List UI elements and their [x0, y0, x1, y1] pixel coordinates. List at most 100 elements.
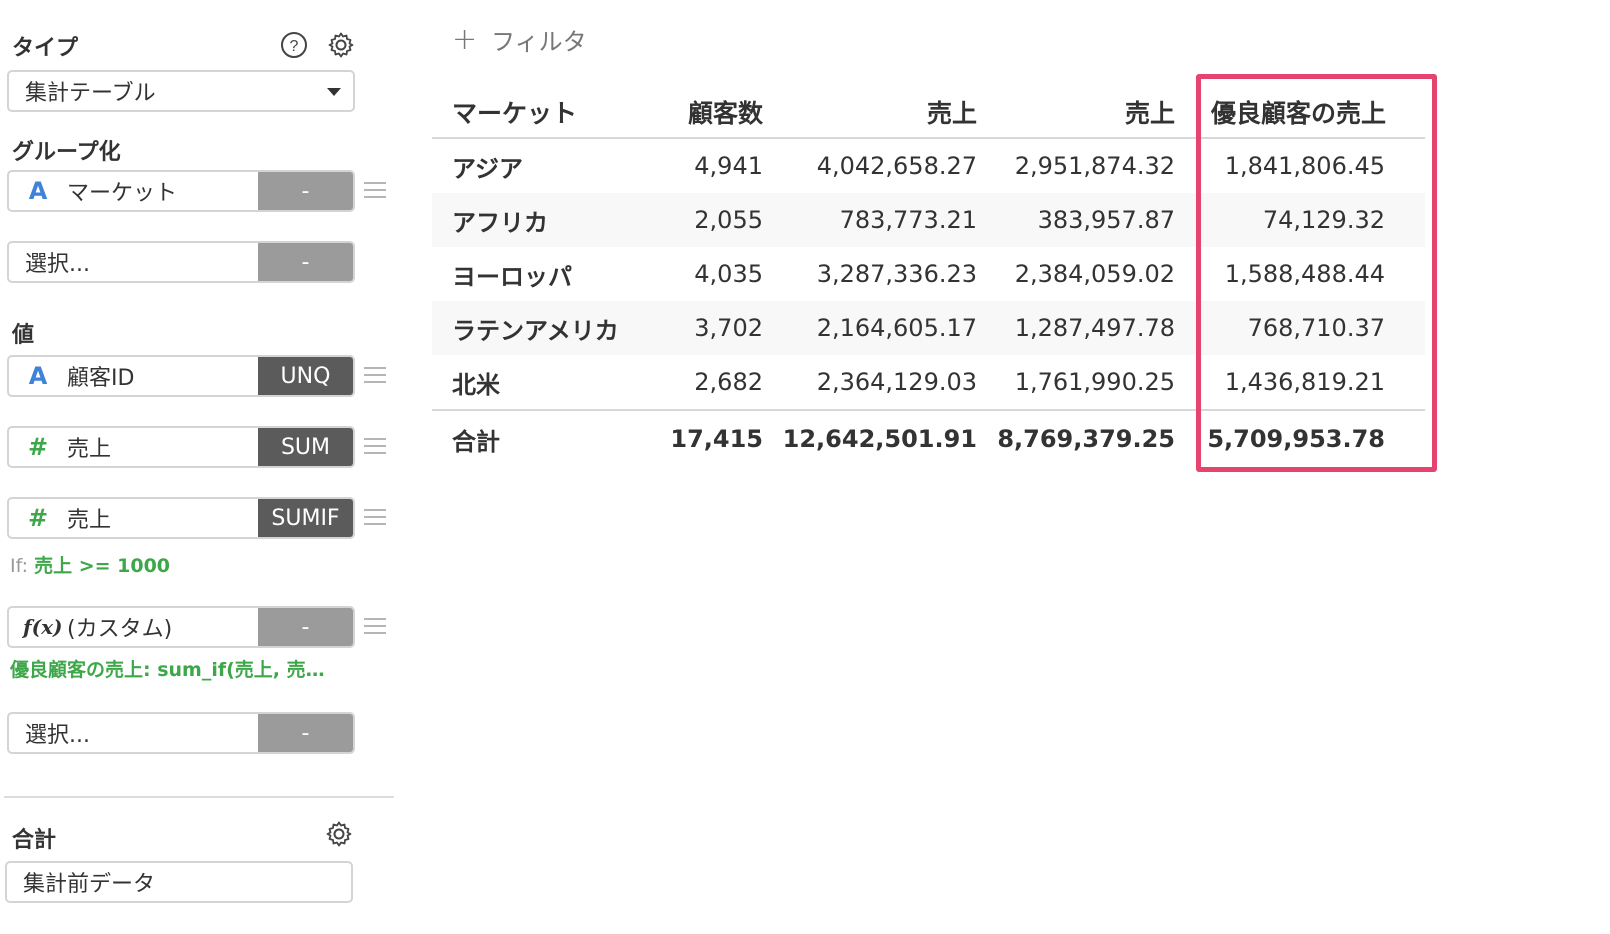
total-settings-gear-icon[interactable]: [324, 819, 354, 849]
table-cell: 2,055: [694, 206, 763, 234]
value-field-agg-button[interactable]: SUM: [258, 428, 353, 466]
value-add-agg-button[interactable]: -: [258, 714, 353, 752]
value-field-sales-sum-name[interactable]: # 売上: [9, 428, 258, 466]
value-field-agg-button[interactable]: SUMIF: [258, 499, 353, 537]
function-type-icon: f(x): [23, 615, 63, 639]
drag-handle-icon[interactable]: [364, 367, 386, 385]
value-add-select[interactable]: 選択... -: [7, 712, 355, 754]
column-header[interactable]: マーケット: [432, 94, 658, 130]
total-cell: 12,642,501.91: [782, 425, 977, 453]
table-cell: 1,436,819.21: [1224, 368, 1385, 396]
value-section-title: 値: [12, 323, 35, 348]
group-field-market[interactable]: A マーケット -: [7, 170, 355, 212]
drag-handle-icon[interactable]: [364, 182, 386, 200]
row-label: ラテンアメリカ: [452, 316, 619, 345]
number-type-icon: #: [27, 433, 49, 461]
total-basis-select[interactable]: 集計前データ: [5, 861, 353, 903]
value-field-label: 顧客ID: [67, 366, 135, 391]
group-section-title: グループ化: [12, 140, 121, 165]
type-settings-gear-icon[interactable]: [326, 30, 356, 60]
column-header[interactable]: 売上: [763, 94, 977, 130]
add-filter-button[interactable]: + フィルタ: [452, 22, 587, 57]
value-field-label: 売上: [67, 508, 112, 533]
group-add-placeholder[interactable]: 選択...: [9, 243, 258, 281]
text-type-icon: A: [28, 177, 48, 205]
value-field-sales-sumif-name[interactable]: # 売上: [9, 499, 258, 537]
value-field-sales-sumif[interactable]: # 売上 SUMIF: [7, 497, 355, 539]
type-select[interactable]: 集計テーブル: [7, 70, 355, 112]
group-add-agg-button[interactable]: -: [258, 243, 353, 281]
table-cell: 4,035: [694, 260, 763, 288]
table-cell: 1,287,497.78: [1014, 314, 1175, 342]
plus-icon: +: [452, 22, 478, 57]
table-cell: 1,588,488.44: [1224, 260, 1385, 288]
drag-handle-icon[interactable]: [364, 438, 386, 456]
value-field-custom[interactable]: f(x) (カスタム) -: [7, 606, 355, 648]
table-row: ヨーロッパ 4,035 3,287,336.23 2,384,059.02 1,…: [432, 247, 1425, 301]
value-field-label: (カスタム): [67, 617, 173, 642]
total-cell: 17,415: [670, 425, 763, 453]
column-header[interactable]: 優良顧客の売上: [1175, 94, 1405, 130]
type-section-title: タイプ: [12, 36, 79, 61]
value-field-customer-id-name[interactable]: A 顧客ID: [9, 357, 258, 395]
table-cell: 2,164,605.17: [816, 314, 977, 342]
condition-value: 売上 >= 1000: [34, 555, 171, 577]
drag-handle-icon[interactable]: [364, 509, 386, 527]
help-icon[interactable]: ?: [279, 30, 309, 60]
table-total-row: 合計 17,415 12,642,501.91 8,769,379.25 5,7…: [432, 409, 1425, 467]
value-field-label: 売上: [67, 437, 112, 462]
total-section-title: 合計: [12, 828, 57, 853]
row-label: アジア: [452, 154, 524, 183]
row-label: ヨーロッパ: [452, 262, 572, 291]
filter-label: フィルタ: [491, 28, 587, 56]
table-header-row: マーケット 顧客数 売上 売上 優良顧客の売上: [432, 86, 1425, 139]
value-field-agg-button[interactable]: -: [258, 608, 353, 646]
sumif-condition[interactable]: If: 売上 >= 1000: [10, 551, 170, 578]
table-cell: 768,710.37: [1247, 314, 1385, 342]
group-field-agg-button[interactable]: -: [258, 172, 353, 210]
value-field-agg-button[interactable]: UNQ: [258, 357, 353, 395]
summary-table: マーケット 顧客数 売上 売上 優良顧客の売上 アジア 4,941 4,042,…: [432, 86, 1425, 467]
table-cell: 4,941: [694, 152, 763, 180]
table-cell: 2,384,059.02: [1014, 260, 1175, 288]
text-type-icon: A: [28, 362, 48, 390]
table-cell: 783,773.21: [839, 206, 977, 234]
svg-text:?: ?: [290, 38, 299, 55]
table-cell: 1,841,806.45: [1224, 152, 1385, 180]
custom-formula[interactable]: 優良顧客の売上: sum_if(売上, 売…: [10, 655, 350, 682]
table-row: アジア 4,941 4,042,658.27 2,951,874.32 1,84…: [432, 139, 1425, 193]
value-field-customer-id[interactable]: A 顧客ID UNQ: [7, 355, 355, 397]
group-field-label: マーケット: [67, 181, 178, 206]
row-label: アフリカ: [452, 208, 548, 237]
table-cell: 383,957.87: [1037, 206, 1175, 234]
table-cell: 1,761,990.25: [1014, 368, 1175, 396]
total-cell: 5,709,953.78: [1207, 425, 1385, 453]
table-cell: 2,682: [694, 368, 763, 396]
table-cell: 74,129.32: [1262, 206, 1385, 234]
settings-panel: タイプ ? 集計テーブル グループ化 A マーケット - 選択... - 値 A…: [0, 0, 410, 934]
table-cell: 3,287,336.23: [816, 260, 977, 288]
table-row: ラテンアメリカ 3,702 2,164,605.17 1,287,497.78 …: [432, 301, 1425, 355]
table-cell: 2,951,874.32: [1014, 152, 1175, 180]
total-label: 合計: [452, 427, 500, 456]
value-field-sales-sum[interactable]: # 売上 SUM: [7, 426, 355, 468]
drag-handle-icon[interactable]: [364, 618, 386, 636]
type-select-value: 集計テーブル: [25, 81, 156, 106]
divider: [4, 796, 394, 798]
table-cell: 4,042,658.27: [816, 152, 977, 180]
condition-label: If:: [10, 555, 29, 577]
total-cell: 8,769,379.25: [997, 425, 1175, 453]
row-label: 北米: [452, 370, 500, 399]
number-type-icon: #: [27, 504, 49, 532]
table-cell: 3,702: [694, 314, 763, 342]
table-row: アフリカ 2,055 783,773.21 383,957.87 74,129.…: [432, 193, 1425, 247]
table-row: 北米 2,682 2,364,129.03 1,761,990.25 1,436…: [432, 355, 1425, 409]
group-field-market-name[interactable]: A マーケット: [9, 172, 258, 210]
chevron-down-icon: [327, 88, 341, 96]
group-add-select[interactable]: 選択... -: [7, 241, 355, 283]
value-field-custom-name[interactable]: f(x) (カスタム): [9, 608, 258, 646]
column-header[interactable]: 顧客数: [658, 94, 763, 130]
value-add-placeholder[interactable]: 選択...: [9, 714, 258, 752]
table-cell: 2,364,129.03: [816, 368, 977, 396]
column-header[interactable]: 売上: [977, 94, 1175, 130]
